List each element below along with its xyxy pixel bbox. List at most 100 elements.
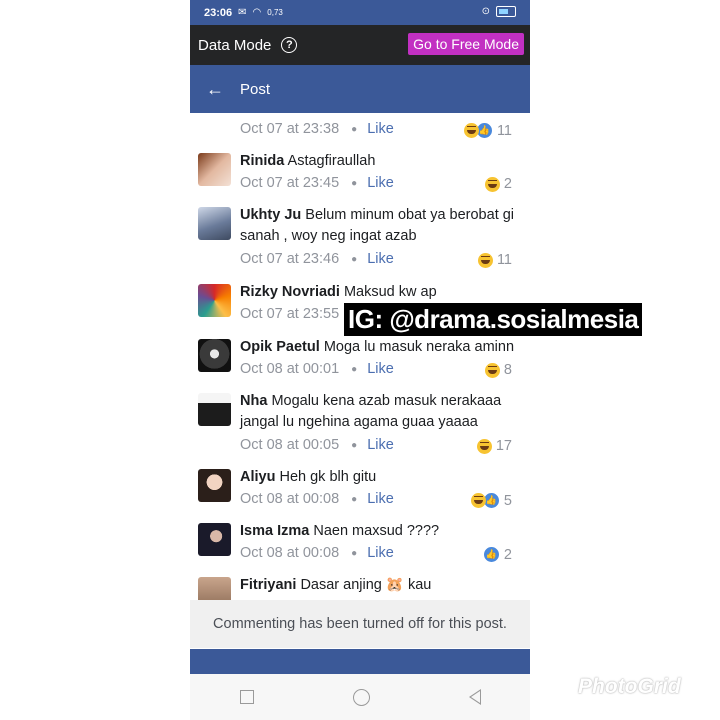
page-title: Post <box>240 80 271 98</box>
battery-icon <box>496 6 516 17</box>
comment-meta: Oct 07 at 23:45 ● Like <box>240 175 394 191</box>
comment-meta: Oct 08 at 00:08 ● Like <box>240 491 394 507</box>
instagram-watermark: IG: @drama.sosialmesia <box>344 303 643 336</box>
comment-body: Nha Mogalu kena azab masuk nerakaaa jang… <box>240 391 525 433</box>
commenter-name[interactable]: Rinida <box>240 153 284 169</box>
commenter-name[interactable]: Rizky Novriadi <box>240 284 340 300</box>
avatar[interactable] <box>198 523 231 556</box>
android-nav-bar <box>190 674 530 720</box>
arrow-left-icon[interactable]: ← <box>206 79 224 100</box>
comment-text: Naen maxsud ???? <box>313 523 440 539</box>
separator-dot: ● <box>351 177 358 189</box>
status-right: ⊙ <box>482 6 516 17</box>
avatar[interactable] <box>198 339 231 372</box>
comment-time: Oct 07 at 23:45 <box>240 175 340 191</box>
comment-text: Dasar anjing 🐹 kau <box>300 577 432 593</box>
reaction-summary[interactable]: 2 <box>484 176 512 192</box>
reaction-summary[interactable]: 👍 5 <box>470 492 512 509</box>
comment-time: Oct 08 at 00:08 <box>240 491 340 507</box>
commenter-name[interactable]: Ukhty Ju <box>240 207 301 223</box>
message-icon: ✉ <box>238 7 247 18</box>
comment-meta: Oct 07 at 23:38 ● Like <box>240 121 394 137</box>
alarm-icon: ⊙ <box>481 6 490 17</box>
separator-dot: ● <box>351 439 358 451</box>
reaction-summary[interactable]: 8 <box>484 362 512 378</box>
comment-body: Aliyu Heh gk blh gitu <box>240 467 525 488</box>
commenter-name[interactable]: Nha <box>240 393 267 409</box>
data-mode-label: Data Mode <box>198 36 272 54</box>
comment-list[interactable]: Oct 07 at 23:38 ● Like 👍 11 Rinida Astag… <box>190 113 530 600</box>
comment-text: Mogalu kena azab masuk nerakaaa jangal l… <box>240 393 502 430</box>
back-triangle-icon[interactable] <box>468 689 481 705</box>
help-circle-icon[interactable]: ? <box>281 37 298 53</box>
comment-meta: Oct 08 at 00:05 ● Like <box>240 437 394 453</box>
haha-reaction-icon <box>476 438 492 454</box>
avatar[interactable] <box>198 207 231 240</box>
separator-dot: ● <box>351 493 358 505</box>
comment-meta: Oct 08 at 00:08 ● Like <box>240 545 394 561</box>
like-link[interactable]: Like <box>367 545 394 561</box>
comment-body: Isma Izma Naen maxsud ???? <box>240 521 525 542</box>
haha-reaction-icon <box>477 252 493 268</box>
recent-apps-icon[interactable] <box>239 690 254 704</box>
comment-text: Moga lu masuk neraka aminn <box>323 339 515 355</box>
reaction-count: 5 <box>503 492 512 509</box>
reaction-count: 8 <box>503 362 512 378</box>
comment-time: Oct 08 at 00:05 <box>240 437 340 453</box>
reaction-count: 17 <box>495 438 512 454</box>
like-link[interactable]: Like <box>367 121 394 137</box>
like-link[interactable]: Like <box>367 437 394 453</box>
reaction-summary[interactable]: 👍 2 <box>482 546 512 563</box>
commenter-name[interactable]: Fitriyani <box>240 577 296 593</box>
net-speed: 0,73 <box>267 8 283 17</box>
status-time: 23:06 <box>204 6 233 19</box>
phone-screen: 23:06 ✉ ◠ 0,73 ⊙ Data Mode ? Go to Free … <box>190 0 530 720</box>
post-header: ← Post <box>190 65 530 113</box>
comment-meta: Oct 07 at 23:55 <box>240 306 339 322</box>
avatar[interactable] <box>198 393 231 426</box>
separator-dot: ● <box>351 253 358 265</box>
wifi-icon: ◠ <box>252 7 262 18</box>
comment-time: Oct 07 at 23:46 <box>240 251 340 267</box>
comment-body: Rinida Astagfiraullah <box>240 151 525 172</box>
comment-body: Fitriyani Dasar anjing 🐹 kau <box>240 575 525 596</box>
status-bar: 23:06 ✉ ◠ 0,73 ⊙ <box>190 0 530 25</box>
avatar[interactable] <box>198 153 231 186</box>
reaction-count: 11 <box>496 252 512 268</box>
separator-dot: ● <box>351 363 358 375</box>
avatar[interactable] <box>198 577 231 600</box>
photogrid-watermark: PhotoGrid <box>578 675 681 698</box>
reaction-count: 2 <box>503 546 512 563</box>
bottom-bar <box>190 649 530 674</box>
like-link[interactable]: Like <box>367 361 394 377</box>
like-link[interactable]: Like <box>367 251 394 267</box>
comment-text: Heh gk blh gitu <box>279 469 377 485</box>
comments-off-notice: Commenting has been turned off for this … <box>190 600 530 648</box>
comment-time: Oct 07 at 23:38 <box>240 121 340 137</box>
haha-reaction-icon <box>484 176 500 192</box>
reaction-count: 11 <box>496 122 512 139</box>
comment-text: Astagfiraullah <box>287 153 376 169</box>
like-link[interactable]: Like <box>367 491 394 507</box>
free-mode-button[interactable]: Go to Free Mode <box>408 33 524 55</box>
like-link[interactable]: Like <box>367 175 394 191</box>
reaction-summary[interactable]: 11 <box>477 252 512 268</box>
commenter-name[interactable]: Isma Izma <box>240 523 309 539</box>
commenter-name[interactable]: Aliyu <box>240 469 275 485</box>
reaction-summary[interactable]: 👍 11 <box>463 122 512 139</box>
comment-meta: Oct 07 at 23:46 ● Like <box>240 251 394 267</box>
haha-reaction-icon <box>463 123 479 138</box>
avatar[interactable] <box>198 284 231 317</box>
commenter-name[interactable]: Opik Paetul <box>240 339 320 355</box>
reaction-summary[interactable]: 17 <box>476 438 512 454</box>
haha-reaction-icon <box>484 362 500 378</box>
comment-text: Maksud kw ap <box>343 284 437 300</box>
comment-time: Oct 07 at 23:55 <box>240 306 340 322</box>
home-icon[interactable] <box>352 688 370 706</box>
avatar[interactable] <box>198 469 231 502</box>
haha-reaction-icon <box>470 493 486 508</box>
comment-time: Oct 08 at 00:08 <box>240 545 340 561</box>
comment-meta: Oct 08 at 00:01 ● Like <box>240 361 394 377</box>
comment-time: Oct 08 at 00:01 <box>240 361 340 377</box>
like-reaction-icon: 👍 <box>482 546 500 563</box>
